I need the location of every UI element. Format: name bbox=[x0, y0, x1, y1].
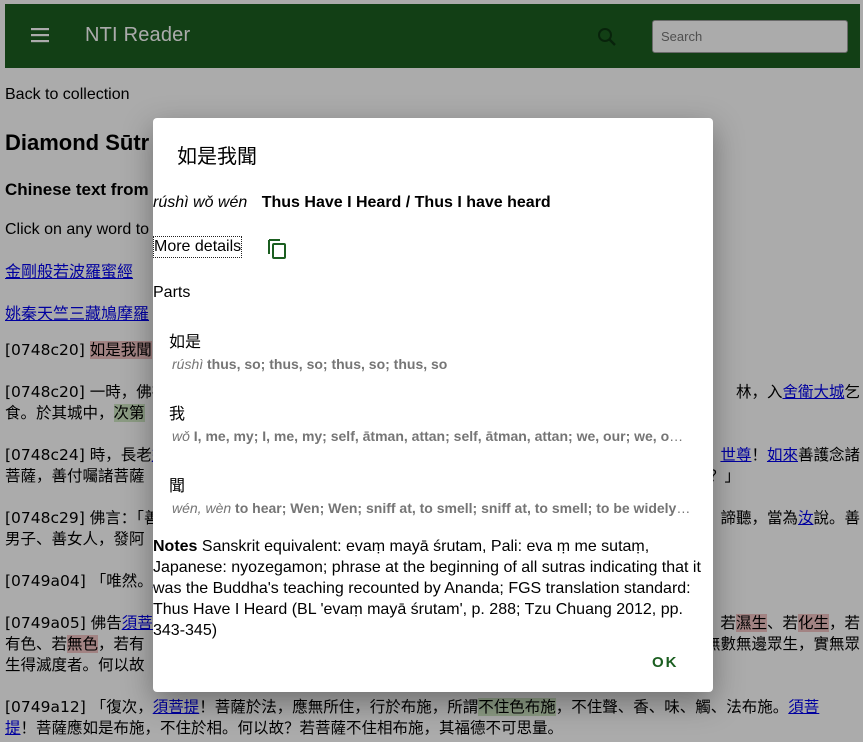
part-pinyin: wǒ bbox=[172, 428, 190, 444]
notes-label: Notes bbox=[153, 538, 198, 555]
parts-heading: Parts bbox=[153, 284, 191, 301]
headword-row: rúshì wǒ wén Thus Have I Heard / Thus I … bbox=[153, 194, 551, 212]
part-definition: wǒ I, me, my; I, me, my; self, ātman, at… bbox=[169, 428, 691, 444]
more-details-link[interactable]: More details bbox=[153, 236, 243, 258]
part-pinyin: rúshì bbox=[172, 356, 204, 372]
notes-text: Sanskrit equivalent: evaṃ mayā śrutam, P… bbox=[153, 538, 701, 639]
headword-english: Thus Have I Heard / Thus I have heard bbox=[261, 194, 551, 211]
ok-button[interactable]: OK bbox=[652, 654, 679, 671]
part-chinese: 如是 bbox=[169, 332, 202, 351]
part-chinese: 我 bbox=[169, 404, 186, 423]
part-english: I, me, my; I, me, my; self, ātman, attan… bbox=[193, 428, 691, 444]
part-chinese: 聞 bbox=[169, 476, 186, 495]
copy-icon[interactable] bbox=[266, 236, 288, 260]
notes-section: Notes Sanskrit equivalent: evaṃ mayā śru… bbox=[153, 536, 709, 641]
dialog-title: 如是我聞 bbox=[177, 144, 257, 168]
part-item[interactable]: 聞 wén, wèn to hear; Wen; Wen; sniff at, … bbox=[169, 472, 694, 516]
part-english: thus, so; thus, so; thus, so; thus, so bbox=[207, 356, 448, 372]
part-english: to hear; Wen; Wen; sniff at, to smell; s… bbox=[235, 500, 691, 516]
headword-pinyin: rúshì wǒ wén bbox=[153, 194, 248, 211]
part-item[interactable]: 如是 rúshì thus, so; thus, so; thus, so; t… bbox=[169, 328, 694, 372]
part-pinyin: wén, wèn bbox=[172, 500, 232, 516]
word-detail-dialog: 如是我聞 rúshì wǒ wén Thus Have I Heard / Th… bbox=[153, 118, 713, 692]
part-item[interactable]: 我 wǒ I, me, my; I, me, my; self, ātman, … bbox=[169, 400, 694, 444]
part-definition: rúshì thus, so; thus, so; thus, so; thus… bbox=[169, 356, 691, 372]
part-definition: wén, wèn to hear; Wen; Wen; sniff at, to… bbox=[169, 500, 691, 516]
